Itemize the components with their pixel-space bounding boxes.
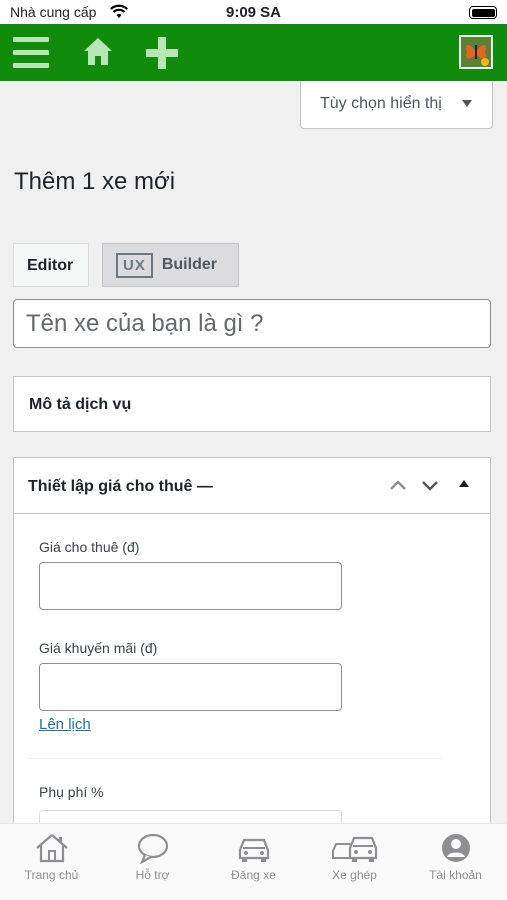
divider [28, 758, 442, 759]
tab-post-vehicle[interactable]: Đăng xe [203, 832, 304, 882]
menu-icon[interactable] [13, 37, 49, 69]
chevron-down-icon[interactable] [419, 474, 441, 496]
editor-tab[interactable]: Editor [13, 243, 89, 287]
cars-icon [331, 836, 377, 862]
sale-price-input[interactable] [39, 663, 342, 711]
tab-carpool[interactable]: Xe ghép [304, 832, 405, 882]
plus-icon[interactable] [145, 36, 179, 70]
tab-home[interactable]: Trang chủ [1, 832, 102, 882]
vehicle-title-input[interactable] [13, 299, 491, 348]
ux-builder-button[interactable]: UX Builder [102, 243, 239, 287]
home-icon[interactable] [82, 36, 114, 68]
bottom-tab-bar: Trang chủ Hỗ trợ Đăng xe Xe ghép Tài kho… [0, 823, 507, 900]
tab-support[interactable]: Hỗ trợ [102, 832, 203, 882]
tab-account[interactable]: Tài khoản [405, 832, 506, 882]
sale-price-label: Giá khuyến mãi (đ) [39, 640, 158, 656]
status-bar: Nhà cung cấp 9:09 SA [0, 0, 507, 24]
chat-bubble-icon [137, 833, 168, 864]
collapse-toggle-icon[interactable] [459, 480, 469, 487]
tab-label: Hỗ trợ [135, 868, 170, 882]
ux-badge: UX [116, 253, 153, 278]
tab-label: Trang chủ [24, 868, 79, 882]
caret-down-icon [462, 100, 472, 107]
surcharge-label: Phụ phí % [39, 784, 104, 800]
butterfly-icon [461, 37, 491, 67]
ux-builder-label: Builder [161, 256, 217, 273]
avatar[interactable] [459, 35, 493, 69]
house-icon [35, 834, 68, 863]
description-box[interactable]: Mô tả dịch vụ [13, 376, 491, 432]
rental-price-header[interactable]: Thiết lập giá cho thuê — [14, 458, 490, 514]
tab-label: Xe ghép [332, 868, 377, 882]
tab-label: Đăng xe [231, 868, 276, 882]
description-box-title: Mô tả dịch vụ [29, 396, 132, 413]
page-title: Thêm 1 xe mới [14, 168, 176, 195]
rental-price-box: Thiết lập giá cho thuê — Giá cho thuê (đ… [13, 457, 491, 840]
car-icon [238, 838, 269, 862]
schedule-link[interactable]: Lên lịch [39, 716, 91, 733]
clock: 9:09 SA [225, 4, 282, 21]
chevron-up-icon[interactable] [387, 474, 409, 496]
tab-label: Tài khoản [429, 868, 482, 882]
admin-bar [0, 24, 507, 81]
rental-price-title: Thiết lập giá cho thuê — [28, 478, 213, 495]
screen-options-button[interactable]: Tùy chọn hiển thị [300, 81, 493, 129]
account-icon [441, 834, 470, 862]
screen-options-label: Tùy chọn hiển thị [320, 95, 442, 112]
rent-price-label: Giá cho thuê (đ) [39, 539, 140, 555]
battery-icon [469, 6, 497, 19]
rent-price-input[interactable] [39, 562, 342, 610]
